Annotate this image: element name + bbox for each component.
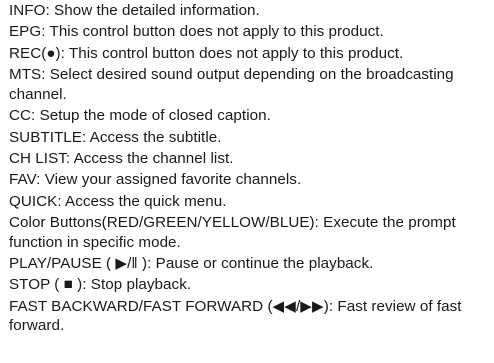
epg-entry: EPG: This control button does not apply … [9, 23, 384, 41]
mts-entry: MTS: Select desired sound output dependi… [9, 66, 454, 103]
rec-entry: REC(●): This control button does not app… [9, 44, 404, 62]
cc-entry: CC: Setup the mode of closed caption. [9, 107, 271, 125]
fast-backward-forward-entry: FAST BACKWARD/FAST FORWARD (◀◀/▶▶): Fast… [9, 297, 462, 335]
quick-entry: QUICK: Access the quick menu. [9, 192, 227, 210]
fav-entry: FAV: View your assigned favorite channel… [9, 171, 302, 189]
info-entry: INFO: Show the detailed information. [9, 2, 260, 19]
play-pause-entry: PLAY/PAUSE ( ▶/‖ ): Pause or continue th… [9, 255, 374, 273]
remote-control-description-list: INFO: Show the detailed information. EPG… [9, 1, 491, 336]
color-buttons-entry: Color Buttons(RED/GREEN/YELLOW/BLUE): Ex… [9, 214, 456, 251]
ch-list-entry: CH LIST: Access the channel list. [9, 149, 234, 167]
stop-entry: STOP ( ■ ): Stop playback. [9, 276, 192, 294]
subtitle-entry: SUBTITLE: Access the subtitle. [9, 128, 222, 146]
